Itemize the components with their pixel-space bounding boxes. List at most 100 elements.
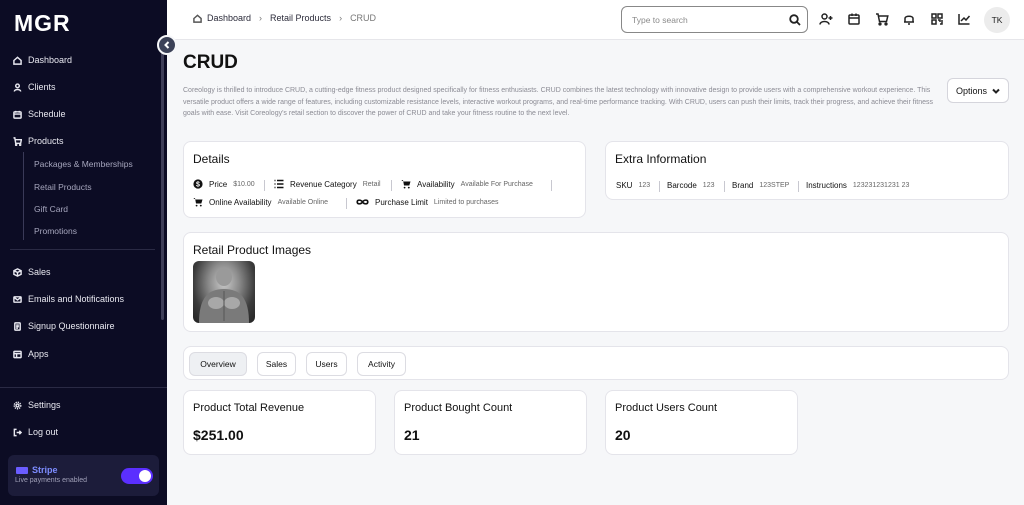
sidebar-subitem-retail-products[interactable]: Retail Products [34, 182, 92, 192]
dollar-icon: $ [193, 179, 203, 189]
divider [391, 180, 392, 191]
stat-title: Product Bought Count [404, 402, 513, 414]
options-button[interactable]: Options [947, 78, 1009, 103]
tab-overview[interactable]: Overview [189, 352, 247, 376]
brand-label: Brand [732, 181, 754, 190]
breadcrumb-dashboard[interactable]: Dashboard [207, 13, 251, 23]
breadcrumb-retail-products[interactable]: Retail Products [270, 13, 331, 23]
sidebar-item-apps[interactable]: Apps [0, 343, 160, 365]
sku-attribute: SKU 123 [616, 181, 650, 190]
stat-title: Product Users Count [615, 402, 718, 414]
brand-value: 123STEP [759, 182, 790, 189]
topbar: Dashboard › Retail Products › CRUD TK [167, 0, 1024, 40]
chart-line-icon[interactable] [957, 12, 971, 26]
price-label: Price [209, 179, 228, 189]
divider [659, 181, 660, 192]
sidebar-subitem-promotions[interactable]: Promotions [34, 226, 77, 236]
price-attribute: $ Price $10.00 [193, 179, 255, 189]
tab-users[interactable]: Users [306, 352, 347, 376]
sidebar-item-label: Signup Questionnaire [28, 321, 115, 331]
user-icon [13, 82, 22, 92]
sidebar-subitem-packages[interactable]: Packages & Memberships [34, 159, 133, 169]
sidebar-item-label: Dashboard [28, 55, 73, 65]
availability-label: Availability [417, 179, 455, 189]
online-availability-value: Available Online [277, 198, 329, 206]
chevron-down-icon [992, 88, 1000, 94]
add-user-icon[interactable] [819, 12, 833, 26]
sidebar-divider [10, 249, 155, 250]
qr-code-icon[interactable] [930, 12, 944, 26]
sidebar-item-label: Sales [28, 267, 51, 277]
revenue-category-label: Revenue Category [290, 179, 357, 189]
revenue-category-value: Retail [362, 180, 381, 188]
cart-icon [13, 136, 22, 146]
sidebar-item-dashboard[interactable]: Dashboard [0, 49, 160, 71]
instructions-label: Instructions [806, 181, 847, 190]
sidebar-divider [0, 387, 167, 388]
search-icon[interactable] [789, 14, 801, 26]
divider [798, 181, 799, 192]
mail-icon [13, 295, 22, 303]
product-photo [199, 268, 249, 323]
app-logo[interactable]: MGR [14, 10, 71, 37]
breadcrumb-current: CRUD [350, 13, 377, 23]
extra-information-title: Extra Information [615, 152, 707, 166]
chevron-left-icon [164, 41, 170, 49]
home-icon [13, 55, 22, 65]
sidebar-item-signup-questionnaire[interactable]: Signup Questionnaire [0, 315, 160, 337]
cart-icon[interactable] [875, 12, 889, 26]
tab-bar: Overview Sales Users Activity [183, 346, 1009, 380]
instructions-value: 123231231231 23 [852, 182, 910, 189]
stat-value: 20 [615, 427, 631, 443]
sidebar-item-emails[interactable]: Emails and Notifications [0, 288, 160, 310]
tab-activity[interactable]: Activity [357, 352, 406, 376]
breadcrumb: Dashboard › Retail Products › CRUD [193, 13, 376, 23]
brand-attribute: Brand 123STEP [732, 181, 789, 190]
divider [264, 180, 265, 191]
list-icon [274, 179, 284, 189]
sidebar-item-sales[interactable]: Sales [0, 261, 160, 283]
stripe-icon [16, 467, 28, 474]
sidebar-subitem-gift-card[interactable]: Gift Card [34, 204, 68, 214]
sidebar-item-label: Apps [28, 349, 49, 359]
divider [346, 198, 347, 209]
divider [551, 180, 552, 191]
details-card: Details $ Price $10.00 Revenue Category … [183, 141, 586, 218]
stripe-toggle[interactable] [121, 468, 153, 484]
svg-text:$: $ [196, 182, 200, 189]
avatar[interactable]: TK [984, 7, 1010, 33]
stat-card-total-revenue: Product Total Revenue $251.00 [183, 390, 376, 455]
sidebar-item-label: Log out [28, 427, 59, 437]
sidebar-item-settings[interactable]: Settings [0, 394, 160, 416]
stat-value: 21 [404, 427, 420, 443]
sidebar-item-products[interactable]: Products [0, 130, 160, 152]
details-title: Details [193, 152, 230, 166]
apps-icon [13, 350, 22, 358]
cart-icon [193, 197, 203, 207]
stripe-subtitle: Live payments enabled [15, 477, 87, 484]
tab-sales[interactable]: Sales [257, 352, 296, 376]
barcode-label: Barcode [667, 181, 697, 190]
barcode-value: 123 [702, 182, 715, 189]
options-label: Options [955, 85, 988, 96]
revenue-category-attribute: Revenue Category Retail [274, 179, 381, 189]
sidebar-item-clients[interactable]: Clients [0, 76, 160, 98]
availability-attribute: Availability Available For Purchase [401, 179, 533, 189]
sidebar-scrollbar[interactable] [161, 50, 164, 320]
bell-icon[interactable] [902, 12, 916, 26]
sidebar-item-label: Settings [28, 400, 61, 410]
calendar-icon[interactable] [847, 12, 861, 26]
sku-value: 123 [638, 182, 651, 189]
submenu-guide-line [23, 152, 24, 240]
page-title: CRUD [183, 52, 238, 73]
stat-title: Product Total Revenue [193, 402, 305, 414]
sidebar-item-label: Clients [28, 82, 56, 92]
sku-label: SKU [616, 181, 633, 190]
search-input[interactable] [632, 13, 782, 27]
product-image[interactable] [193, 261, 255, 323]
sidebar-item-schedule[interactable]: Schedule [0, 103, 160, 125]
product-images-card: Retail Product Images [183, 232, 1009, 332]
sidebar-item-logout[interactable]: Log out [0, 421, 160, 443]
sidebar-collapse-button[interactable] [157, 35, 177, 55]
calendar-icon [13, 110, 22, 119]
